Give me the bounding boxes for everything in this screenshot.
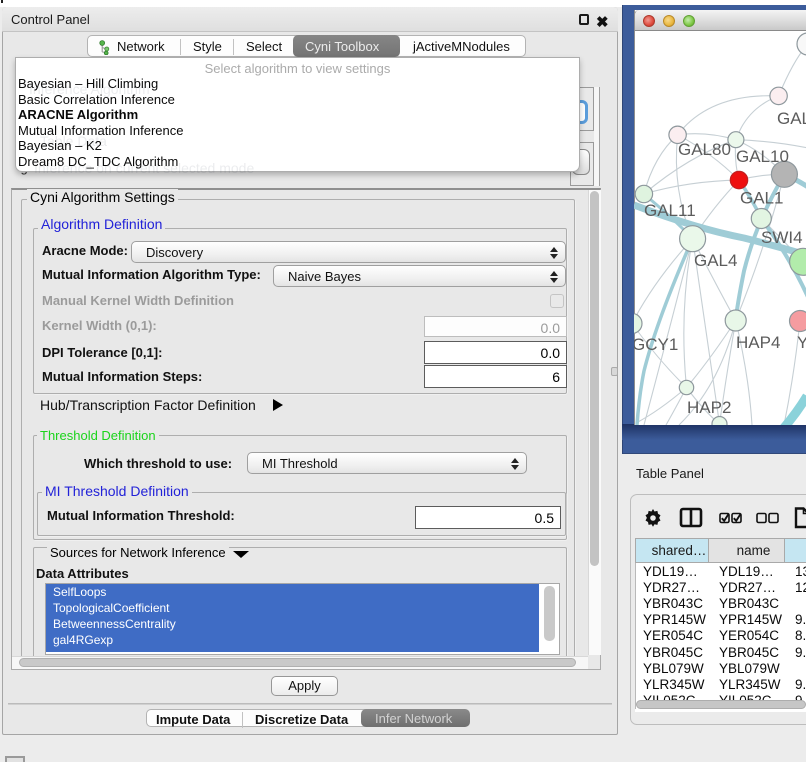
- svg-text:HAP4: HAP4: [736, 333, 780, 352]
- svg-text:Y: Y: [797, 333, 806, 352]
- svg-text:GCY1: GCY1: [634, 335, 678, 354]
- svg-text:GAL4: GAL4: [694, 251, 737, 270]
- svg-text:GAL1: GAL1: [740, 189, 783, 208]
- svg-text:GAL11: GAL11: [644, 201, 696, 220]
- svg-text:SWI4: SWI4: [761, 228, 803, 247]
- svg-text:GAL80: GAL80: [678, 140, 731, 159]
- svg-text:GAL7: GAL7: [777, 109, 806, 128]
- svg-text:HAP2: HAP2: [687, 398, 731, 417]
- svg-text:GAL10: GAL10: [736, 147, 789, 166]
